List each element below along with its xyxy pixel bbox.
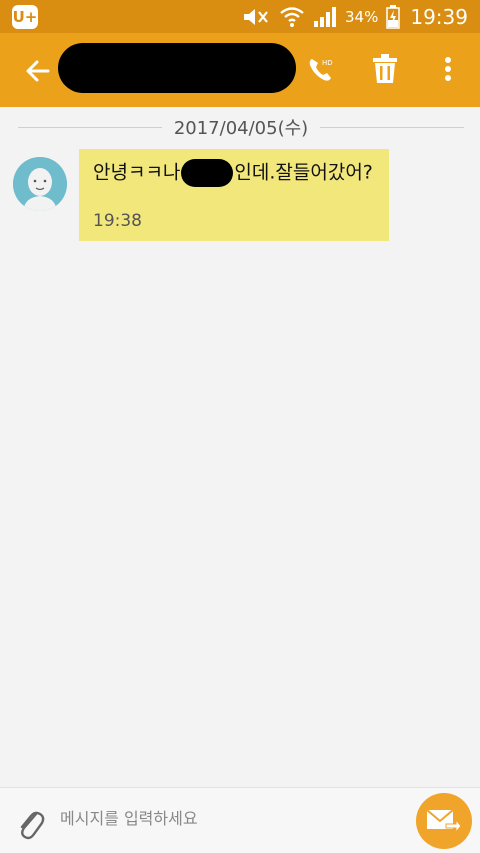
signal-icon xyxy=(313,6,337,28)
avatar[interactable] xyxy=(13,157,67,211)
send-mail-icon xyxy=(426,809,462,834)
divider-line xyxy=(320,126,465,128)
message-bubble[interactable]: 안녕ㅋㅋ나[redacted] 인데.잘들어갔어? 19:38 xyxy=(79,149,389,241)
status-time: 19:39 xyxy=(410,4,468,29)
message-text: 안녕ㅋㅋ나[redacted] 인데.잘들어갔어? xyxy=(93,159,381,187)
redacted-name: [redacted] xyxy=(181,159,234,187)
mute-icon xyxy=(241,6,271,28)
carrier-logo: U+ xyxy=(12,5,38,29)
date-divider: 2017/04/05(수) xyxy=(18,112,465,142)
message-text-part: 인데.잘들어갔어? xyxy=(234,161,373,184)
date-label: 2017/04/05(수) xyxy=(173,118,309,139)
send-button[interactable] xyxy=(416,793,472,849)
battery-percent: 34% xyxy=(345,7,379,26)
attach-icon[interactable] xyxy=(14,804,46,842)
more-vert-icon[interactable] xyxy=(436,53,460,87)
svg-text:HD: HD xyxy=(322,59,333,67)
message-input[interactable] xyxy=(60,798,400,838)
back-arrow-icon[interactable] xyxy=(22,55,54,87)
composer-bar xyxy=(0,787,480,853)
phone-call-icon[interactable]: HD xyxy=(306,55,336,85)
message-text-part: 안녕ㅋㅋ나 xyxy=(93,161,181,184)
message-time: 19:38 xyxy=(93,211,142,231)
contact-name-redacted[interactable]: [redacted] xyxy=(58,43,296,93)
app-bar: [redacted] HD xyxy=(0,33,480,107)
status-bar: U+ 34% 19:39 xyxy=(0,0,480,33)
status-icons: 34% 19:39 xyxy=(241,0,468,33)
wifi-icon xyxy=(279,5,305,29)
battery-charging-icon xyxy=(386,4,401,29)
divider-line xyxy=(18,126,162,128)
trash-icon[interactable] xyxy=(370,53,400,85)
